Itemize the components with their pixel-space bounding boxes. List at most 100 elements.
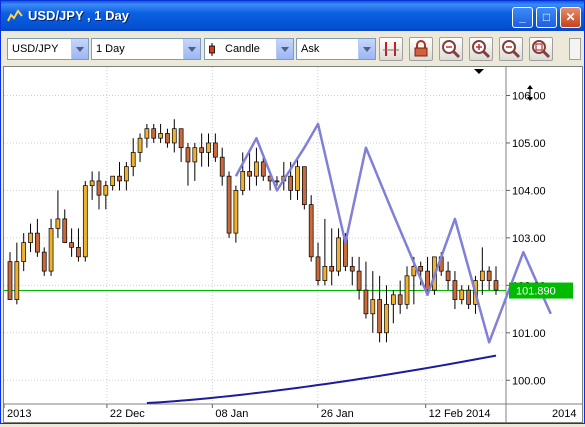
candle-body bbox=[82, 185, 88, 258]
zoom-fit-button[interactable] bbox=[439, 37, 463, 61]
candle-body bbox=[363, 289, 369, 315]
candle-body bbox=[199, 147, 205, 153]
candle bbox=[144, 123, 150, 148]
x-tick-label: 22 Dec bbox=[110, 408, 145, 420]
candle bbox=[62, 209, 68, 243]
candle-body bbox=[404, 275, 410, 305]
candle-body bbox=[14, 261, 20, 300]
candle-body bbox=[479, 270, 485, 281]
candle-body bbox=[69, 242, 74, 248]
candle-body bbox=[466, 289, 471, 305]
moving-average-path bbox=[146, 354, 497, 405]
candle bbox=[370, 271, 376, 333]
candle-icon bbox=[209, 43, 215, 56]
candle-body bbox=[130, 152, 136, 168]
candle bbox=[363, 261, 369, 319]
chevron-down-icon[interactable] bbox=[358, 39, 375, 59]
x-tick-label: 2014 bbox=[552, 408, 576, 420]
candle bbox=[171, 119, 177, 153]
candle bbox=[89, 171, 95, 200]
minimize-button[interactable]: _ bbox=[512, 7, 533, 28]
symbol-value: USD/JPY bbox=[12, 43, 59, 55]
zoom-in-icon bbox=[472, 40, 491, 59]
title-bar[interactable]: USD/JPY , 1 Day _ □ ✕ bbox=[1, 1, 584, 31]
y-tick-label: 100.00 bbox=[512, 375, 546, 387]
candle-body bbox=[192, 147, 198, 163]
candlestick-chart[interactable]: 106.00105.00104.00103.00102.00101.00100.… bbox=[3, 67, 582, 422]
candle-body bbox=[233, 190, 239, 234]
candle bbox=[233, 185, 239, 243]
symbol-select[interactable]: USD/JPY bbox=[7, 38, 89, 60]
candle-body bbox=[425, 270, 430, 291]
lock-icon bbox=[414, 40, 428, 57]
candle bbox=[301, 166, 307, 210]
candle bbox=[254, 147, 259, 186]
candle-body bbox=[370, 299, 376, 315]
price-side-select[interactable]: Ask bbox=[296, 38, 376, 60]
candle bbox=[213, 133, 218, 162]
zoom-out-button[interactable] bbox=[499, 37, 523, 61]
candle bbox=[96, 171, 102, 210]
candle-body bbox=[96, 180, 102, 196]
candle-body bbox=[288, 175, 293, 191]
candle-body bbox=[219, 156, 225, 177]
y-tick-label: 101.00 bbox=[512, 328, 546, 340]
candle bbox=[158, 123, 163, 143]
candle-body bbox=[295, 166, 300, 191]
chart-type-select[interactable]: Candle bbox=[204, 38, 294, 60]
candle-body bbox=[418, 266, 424, 272]
candle bbox=[445, 261, 451, 291]
chevron-down-icon[interactable] bbox=[71, 39, 88, 59]
candle bbox=[28, 223, 33, 253]
maximize-button[interactable]: □ bbox=[536, 7, 557, 28]
x-tick-label: 08 Jan bbox=[215, 408, 248, 420]
candle-body bbox=[28, 232, 33, 243]
candle-body bbox=[356, 270, 362, 291]
candle-body bbox=[144, 128, 150, 139]
candle-body bbox=[260, 161, 266, 177]
candle bbox=[397, 280, 403, 314]
candle bbox=[48, 218, 54, 276]
candle-body bbox=[151, 128, 157, 139]
candle-body bbox=[185, 147, 191, 163]
candle-body bbox=[124, 166, 129, 182]
candle bbox=[165, 128, 170, 148]
zoom-in-button[interactable] bbox=[469, 37, 493, 61]
candle bbox=[315, 242, 321, 286]
candle-body bbox=[165, 133, 170, 144]
zoom-reset-button[interactable] bbox=[529, 37, 553, 61]
candle-body bbox=[41, 251, 47, 272]
candle-body bbox=[158, 133, 163, 139]
candle-body bbox=[486, 270, 492, 281]
chart-window: USD/JPY , 1 Day _ □ ✕ USD/JPY 1 Day Cand… bbox=[0, 0, 585, 424]
candle-body bbox=[89, 180, 95, 187]
candle bbox=[486, 266, 492, 291]
zoom-fit-icon bbox=[442, 40, 461, 59]
candle-body bbox=[247, 171, 252, 177]
toolbar-overflow[interactable] bbox=[569, 38, 581, 60]
chevron-down-icon[interactable] bbox=[183, 39, 200, 59]
candle bbox=[377, 275, 382, 343]
period-separator-button[interactable] bbox=[379, 37, 403, 61]
candle bbox=[459, 285, 465, 305]
y-tick-label: 106.00 bbox=[512, 90, 546, 102]
timeframe-value: 1 Day bbox=[96, 43, 125, 55]
candle-body bbox=[390, 294, 396, 305]
candle-body bbox=[322, 266, 328, 281]
chart-area[interactable]: 106.00105.00104.00103.00102.00101.00100.… bbox=[3, 66, 583, 423]
chart-toolbar: USD/JPY 1 Day Candle Ask bbox=[3, 34, 583, 66]
candle-body bbox=[226, 175, 232, 234]
candle-body bbox=[397, 294, 403, 305]
close-button[interactable]: ✕ bbox=[560, 7, 581, 28]
candle-body bbox=[178, 128, 184, 149]
lock-button[interactable] bbox=[409, 37, 433, 61]
candle bbox=[41, 247, 47, 276]
candle bbox=[82, 180, 88, 262]
candle-body bbox=[329, 266, 335, 272]
candle-body bbox=[55, 218, 61, 229]
candle bbox=[384, 285, 389, 343]
zoom-reset-icon bbox=[532, 40, 551, 59]
window-title: USD/JPY , 1 Day bbox=[28, 8, 129, 23]
timeframe-select[interactable]: 1 Day bbox=[91, 38, 201, 60]
chevron-down-icon[interactable] bbox=[276, 39, 293, 59]
